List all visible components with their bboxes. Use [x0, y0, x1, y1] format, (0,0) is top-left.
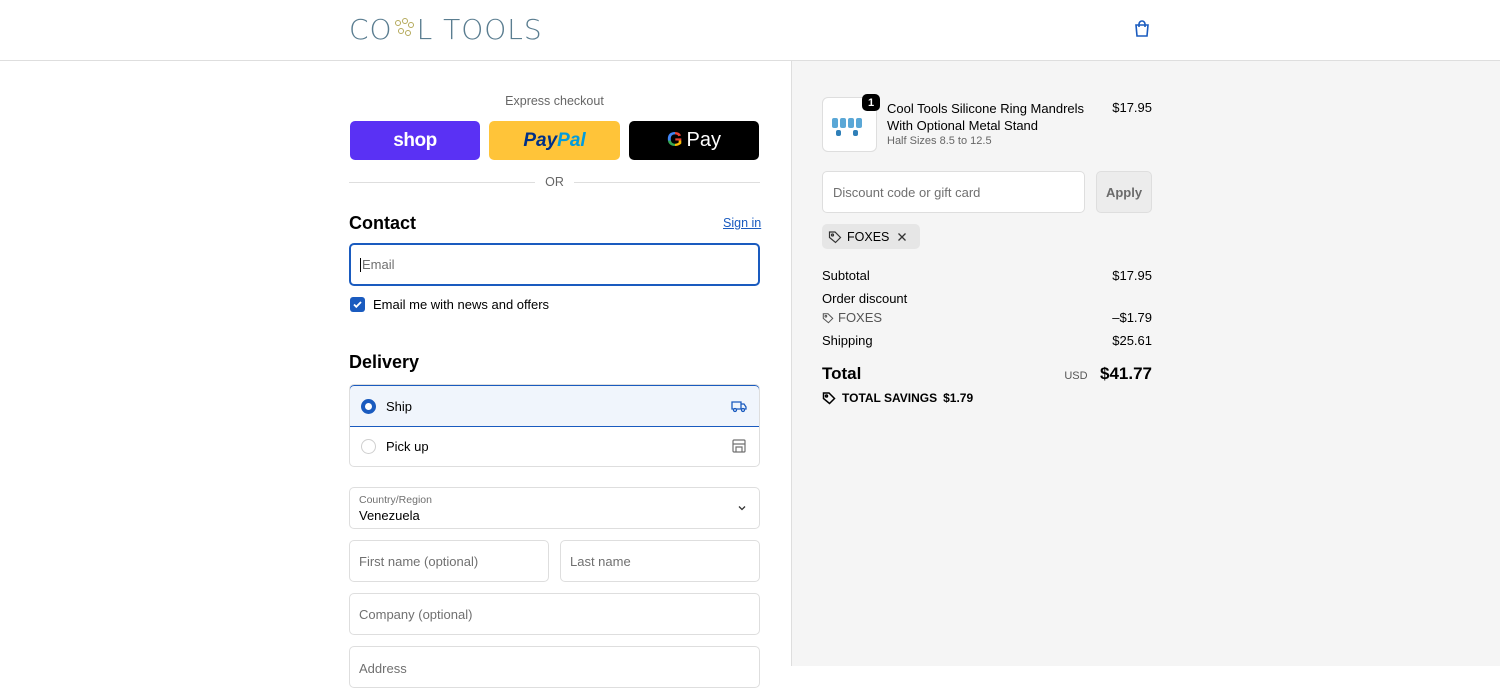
- savings-label: TOTAL SAVINGS: [842, 391, 938, 405]
- discount-placeholder: Discount code or gift card: [833, 184, 981, 200]
- country-value: Venezuela: [359, 508, 420, 523]
- shopping-bag-icon[interactable]: [1132, 19, 1152, 39]
- email-field[interactable]: Email: [349, 243, 760, 286]
- product-name: Cool Tools Silicone Ring Mandrels With O…: [887, 101, 1085, 133]
- shipping-row: Shipping $25.61: [822, 333, 1152, 348]
- text-caret: [360, 257, 361, 272]
- applied-code-text: FOXES: [847, 229, 890, 244]
- first-name-field[interactable]: First name (optional): [349, 540, 549, 582]
- discount-value: –$1.79: [1112, 310, 1152, 325]
- paypal-label-pay: Pay: [523, 129, 558, 151]
- ship-label: Ship: [386, 398, 413, 414]
- total-value: $41.77: [1100, 364, 1152, 383]
- shop-pay-button[interactable]: shop: [350, 121, 480, 160]
- savings-value: $1.79: [943, 391, 974, 405]
- checkmark-icon: [353, 301, 362, 309]
- product-variant: Half Sizes 8.5 to 12.5: [887, 135, 992, 147]
- discount-code-input[interactable]: Discount code or gift card: [822, 171, 1085, 213]
- paypal-button[interactable]: Pay Pal: [489, 121, 620, 160]
- applied-discount-chip: FOXES: [822, 224, 921, 249]
- discount-code-row: FOXES –$1.79: [822, 310, 1152, 325]
- country-label: Country/Region: [359, 494, 432, 506]
- country-select[interactable]: Country/Region Venezuela: [349, 487, 760, 529]
- delivery-option-ship[interactable]: Ship: [350, 385, 759, 427]
- or-text: OR: [545, 175, 564, 189]
- chevron-down-icon: [738, 506, 746, 511]
- address-placeholder: Address: [359, 661, 407, 676]
- discount-code-label: FOXES: [838, 310, 883, 325]
- total-row: Total USD $41.77: [822, 364, 1152, 384]
- pickup-label: Pick up: [386, 439, 429, 454]
- currency-code: USD: [1064, 370, 1088, 382]
- ship-radio[interactable]: [361, 398, 376, 414]
- truck-icon: [731, 401, 747, 413]
- first-name-placeholder: First name (optional): [359, 553, 479, 569]
- product-price: $17.95: [1112, 100, 1152, 115]
- google-pay-label: Pay: [686, 129, 722, 151]
- savings-tag-icon: [822, 392, 836, 405]
- delivery-option-pickup[interactable]: Pick up: [350, 426, 759, 466]
- email-placeholder: Email: [362, 257, 395, 272]
- express-checkout-title: Express checkout: [505, 94, 604, 108]
- top-header: CO L TOOLS: [0, 0, 1500, 61]
- newsletter-label: Email me with news and offers: [373, 297, 550, 312]
- store-icon: [732, 439, 746, 453]
- shop-pay-label: shop: [393, 129, 437, 151]
- newsletter-option[interactable]: Email me with news and offers: [350, 297, 549, 312]
- company-field[interactable]: Company (optional): [349, 593, 760, 635]
- pickup-radio[interactable]: [361, 439, 376, 454]
- sign-in-link[interactable]: Sign in: [723, 216, 761, 230]
- total-label: Total: [822, 364, 862, 383]
- cool-tools-logo[interactable]: CO L TOOLS: [349, 12, 543, 46]
- delivery-heading: Delivery: [349, 352, 420, 372]
- shipping-label: Shipping: [822, 333, 873, 348]
- or-divider: OR: [349, 175, 760, 191]
- order-discount-row: Order discount: [822, 291, 1152, 306]
- subtotal-row: Subtotal $17.95: [822, 268, 1152, 283]
- logo-text-left: CO: [349, 12, 393, 46]
- subtotal-value: $17.95: [1112, 268, 1152, 283]
- last-name-field[interactable]: Last name: [560, 540, 760, 582]
- contact-heading: Contact: [349, 213, 416, 233]
- total-savings: TOTAL SAVINGS $1.79: [822, 391, 973, 405]
- tag-icon: [828, 230, 842, 243]
- company-placeholder: Company (optional): [359, 606, 473, 622]
- paypal-label-pal: Pal: [557, 129, 586, 151]
- google-pay-button[interactable]: G Pay: [629, 121, 759, 160]
- subtotal-label: Subtotal: [822, 268, 870, 283]
- quantity-badge: 1: [862, 94, 880, 111]
- logo-rings-icon: [393, 18, 417, 40]
- apply-discount-button[interactable]: Apply: [1096, 171, 1152, 213]
- order-discount-label: Order discount: [822, 291, 908, 306]
- tag-icon: [822, 312, 834, 323]
- delivery-method-group: Ship Pick up: [349, 384, 760, 467]
- last-name-placeholder: Last name: [570, 553, 631, 569]
- address-field[interactable]: Address: [349, 646, 760, 688]
- shipping-value: $25.61: [1112, 333, 1152, 348]
- google-g-icon: G: [666, 129, 683, 151]
- remove-discount-icon[interactable]: [897, 232, 907, 242]
- logo-text-right: L TOOLS: [416, 12, 543, 46]
- newsletter-checkbox[interactable]: [350, 297, 365, 312]
